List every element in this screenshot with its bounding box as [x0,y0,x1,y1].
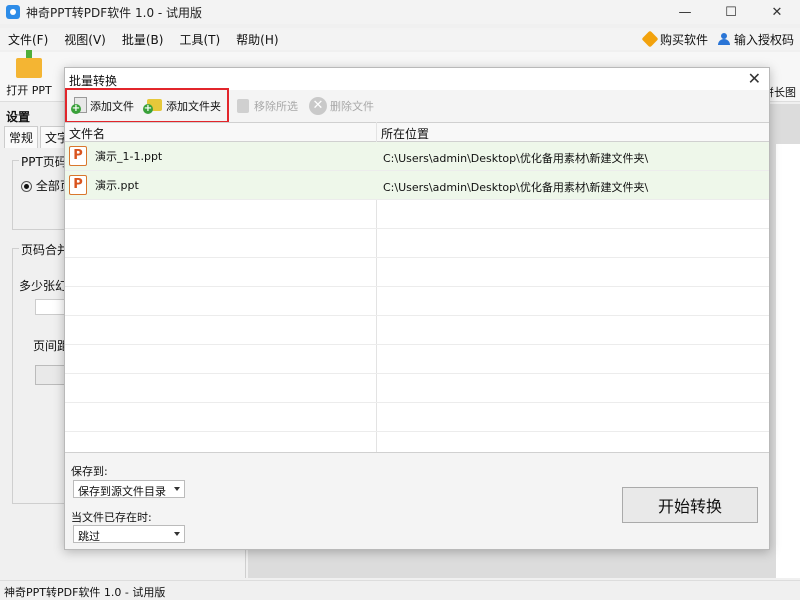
chevron-down-icon [174,487,180,491]
remove-selected-label: 移除所选 [254,100,298,113]
page-range-label: PPT页码 [19,153,69,170]
license-link[interactable]: 输入授权码 [717,31,794,48]
dialog-close-button[interactable]: ✕ [748,68,761,90]
save-to-value: 保存到源文件目录 [78,485,166,498]
file-path: C:\Users\admin\Desktop\优化备用素材\新建文件夹\ [383,181,649,194]
close-button[interactable]: ✕ [754,0,800,24]
batch-convert-dialog: 批量转换 ✕ 添加文件 添加文件夹 移除所选 ✕ 删除文件 文件名 所在位置 P… [64,67,770,550]
file-name: 演示.ppt [95,179,139,192]
menu-help[interactable]: 帮助(H) [228,31,286,48]
chevron-down-icon [174,532,180,536]
status-text: 神奇PPT转PDF软件 1.0 - 试用版 [4,586,166,599]
maximize-button[interactable]: ☐ [708,0,754,24]
menu-tools[interactable]: 工具(T) [171,31,228,48]
table-row[interactable]: P 演示.ppt C:\Users\admin\Desktop\优化备用素材\新… [65,171,769,200]
delete-file-button[interactable]: ✕ 删除文件 [309,95,374,117]
window-controls: — ☐ ✕ [662,0,800,24]
dialog-title: 批量转换 [69,74,118,88]
empty-row [65,200,769,229]
menu-view[interactable]: 视图(V) [56,31,114,48]
highlight-annotation [65,88,229,123]
settings-title: 设置 [6,110,31,124]
menu-bar: 文件(F) 视图(V) 批量(B) 工具(T) 帮助(H) 购买软件 输入授权码 [0,28,800,50]
ppt-icon: P [69,146,87,166]
remove-icon [235,97,251,115]
col-filename[interactable]: 文件名 [69,125,105,142]
window-title: 神奇PPT转PDF软件 1.0 - 试用版 [26,5,203,20]
empty-row [65,258,769,287]
slides-label: 多少张幻 [19,279,68,293]
minimize-button[interactable]: — [662,0,708,24]
buy-label: 购买软件 [659,32,708,47]
open-folder-icon [16,50,42,78]
title-bar: 神奇PPT转PDF软件 1.0 - 试用版 — ☐ ✕ [0,0,800,24]
open-ppt-button[interactable]: 打开 PPT [4,50,54,98]
empty-row [65,287,769,316]
file-cell: P 演示.ppt [69,175,139,195]
empty-row [65,403,769,432]
file-path: C:\Users\admin\Desktop\优化备用素材\新建文件夹\ [383,152,649,165]
delete-icon: ✕ [309,97,327,115]
col-location[interactable]: 所在位置 [381,125,429,142]
menu-batch[interactable]: 批量(B) [114,31,172,48]
empty-row [65,345,769,374]
table-row[interactable]: P 演示_1-1.ppt C:\Users\admin\Desktop\优化备用… [65,142,769,171]
license-label: 输入授权码 [733,32,794,47]
app-icon [6,5,20,19]
menu-file[interactable]: 文件(F) [0,31,56,48]
file-name: 演示_1-1.ppt [95,150,163,163]
save-to-select[interactable]: 保存到源文件目录 [73,480,185,498]
user-icon [717,33,730,45]
menu-right-links: 购买软件 输入授权码 [641,28,794,50]
exists-select[interactable]: 跳过 [73,525,185,543]
empty-row [65,229,769,258]
status-bar: 神奇PPT转PDF软件 1.0 - 试用版 [0,580,800,600]
remove-selected-button[interactable]: 移除所选 [235,95,298,117]
tab-general[interactable]: 常规 [4,126,39,148]
open-ppt-label: 打开 PPT [6,84,52,97]
empty-row [65,316,769,345]
delete-file-label: 删除文件 [330,100,374,113]
file-table-header: 文件名 所在位置 [65,122,769,142]
radio-dot [21,181,32,192]
exists-label: 当文件已存在时: [71,511,152,524]
empty-row [65,374,769,403]
dialog-options: 保存到: 保存到源文件目录 当文件已存在时: 跳过 开始转换 [65,452,769,549]
exists-value: 跳过 [78,530,100,543]
buy-link[interactable]: 购买软件 [641,30,708,48]
start-convert-button[interactable]: 开始转换 [622,487,758,523]
preview-panel [776,144,800,578]
save-to-label: 保存到: [71,465,108,478]
file-cell: P 演示_1-1.ppt [69,146,162,166]
ppt-icon: P [69,175,87,195]
diamond-icon [641,30,659,48]
